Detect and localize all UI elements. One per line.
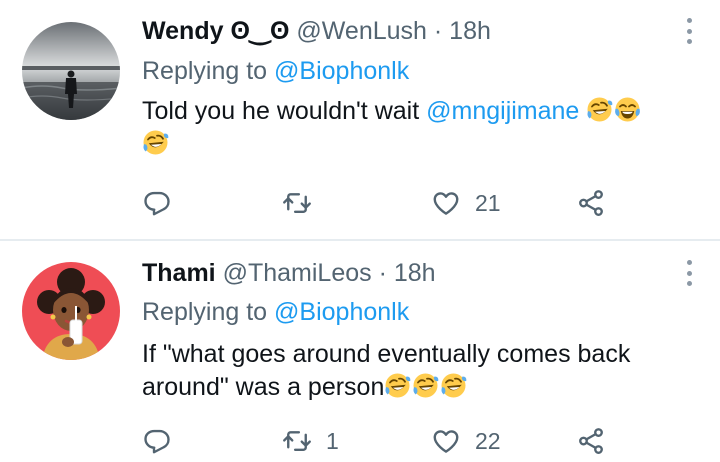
retweet-button[interactable] xyxy=(282,186,326,220)
face-with-tears-of-joy-emoji xyxy=(614,96,641,123)
avatar-image-cartoon-girl xyxy=(22,262,120,360)
replying-to-label: Replying to xyxy=(142,57,268,85)
rolling-on-floor-laughing-emoji xyxy=(384,372,411,399)
display-name[interactable]: Thami xyxy=(142,259,216,287)
timestamp[interactable]: 18h xyxy=(394,259,436,287)
like-count: 22 xyxy=(475,427,501,454)
like-count: 21 xyxy=(475,189,501,216)
avatar[interactable] xyxy=(22,262,120,360)
rolling-on-floor-laughing-emoji xyxy=(586,96,613,123)
more-icon[interactable] xyxy=(684,18,694,44)
tweet-actions: 21 xyxy=(142,186,702,220)
timestamp[interactable]: 18h xyxy=(449,17,491,45)
tweet-text-content: Told you he wouldn't wait xyxy=(142,97,420,125)
share-button[interactable] xyxy=(576,186,606,220)
like-icon xyxy=(431,426,461,456)
replying-to: Replying to @Biophonlk xyxy=(142,56,409,86)
share-button[interactable] xyxy=(576,424,606,458)
like-icon xyxy=(431,188,461,218)
rolling-on-floor-laughing-emoji xyxy=(440,372,467,399)
share-icon xyxy=(576,426,606,456)
retweet-icon xyxy=(282,426,312,456)
display-name[interactable]: Wendy ʘ‿ʘ xyxy=(142,17,289,45)
share-icon xyxy=(576,188,606,218)
replying-to: Replying to @Biophonlk xyxy=(142,297,409,327)
replying-to-mention[interactable]: @Biophonlk xyxy=(274,298,409,326)
tweet-text: Told you he wouldn't wait @mngijimane xyxy=(142,95,702,161)
tweet-wendy[interactable]: Wendy ʘ‿ʘ @WenLush · 18h Replying to @Bi… xyxy=(0,0,720,240)
separator-dot: · xyxy=(378,259,387,287)
separator-dot: · xyxy=(433,17,443,45)
rolling-on-floor-laughing-emoji xyxy=(412,372,439,399)
reply-button[interactable] xyxy=(142,186,186,220)
reply-icon xyxy=(142,426,172,456)
like-button[interactable]: 21 xyxy=(431,186,501,220)
tweet-thami[interactable]: Thami @ThamiLeos · 18h Replying to @Biop… xyxy=(0,241,720,462)
replying-to-mention[interactable]: @Biophonlk xyxy=(274,57,409,85)
tweet-mention[interactable]: @mngijimane xyxy=(426,97,579,125)
retweet-count: 1 xyxy=(326,427,339,454)
reply-button[interactable] xyxy=(142,424,186,458)
avatar-image-lake xyxy=(22,22,120,120)
tweet-text: If "what goes around eventually comes ba… xyxy=(142,338,702,404)
tweet-actions: 1 22 xyxy=(142,424,702,458)
user-handle[interactable]: @ThamiLeos xyxy=(223,259,372,287)
retweet-icon xyxy=(282,188,312,218)
tweet-header: Wendy ʘ‿ʘ @WenLush · 18h xyxy=(142,16,491,46)
replying-to-label: Replying to xyxy=(142,298,268,326)
reply-icon xyxy=(142,188,172,218)
user-handle[interactable]: @WenLush xyxy=(296,17,427,45)
more-icon[interactable] xyxy=(684,260,694,286)
tweet-header: Thami @ThamiLeos · 18h xyxy=(142,258,436,288)
rolling-on-floor-laughing-emoji xyxy=(142,129,169,156)
retweet-button[interactable]: 1 xyxy=(282,424,339,458)
like-button[interactable]: 22 xyxy=(431,424,501,458)
avatar[interactable] xyxy=(22,22,120,120)
